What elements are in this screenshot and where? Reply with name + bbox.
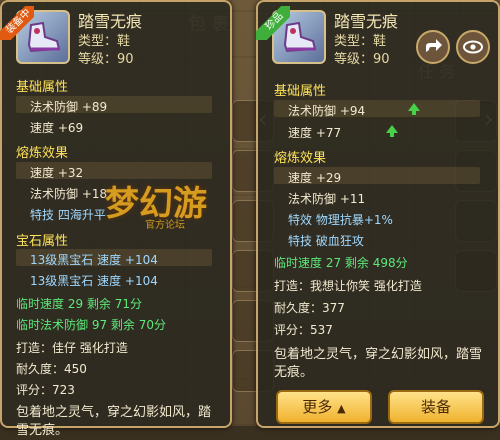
durability: 耐久度：377 (274, 301, 345, 315)
compare-item-card: 珍品 踏雪无痕 类型：鞋 等级：90 基础属性 法术防御 +94 速度 +77 … (256, 0, 500, 428)
item-name: 踏雪无痕 (334, 12, 399, 31)
temp-attr-row: 临时法术防御 97 剩余 70分 (16, 318, 166, 332)
stat-up-arrow-icon (408, 103, 420, 115)
item-description: 包着地之灵气，穿之幻影如风，踏雪无痕。 (274, 347, 483, 380)
special-effect: 特效 物理抗暴+1% (288, 213, 393, 227)
smelt-row: 速度 +32 (30, 166, 84, 180)
watermark-logo: 梦幻游 官方论坛 (105, 176, 250, 236)
base-attr-row: 速度 +77 (288, 126, 342, 140)
temp-attr-row: 临时速度 27 剩余 498分 (274, 256, 408, 270)
temp-attr-row: 临时速度 29 剩余 71分 (16, 297, 142, 311)
item-name: 踏雪无痕 (78, 12, 143, 31)
base-attr-title: 基础属性 (274, 84, 327, 99)
smelt-row: 速度 +29 (288, 171, 342, 185)
item-type: 类型：鞋 (334, 34, 387, 49)
score: 评分：723 (16, 383, 75, 397)
item-level: 等级：90 (334, 52, 390, 67)
item-type: 类型：鞋 (78, 34, 131, 49)
stat-up-arrow-icon (386, 125, 398, 137)
share-icon[interactable] (416, 30, 450, 64)
forge-info: 打造：佳仔 强化打造 (16, 341, 128, 355)
special-skill: 特技 四海升平 (30, 208, 106, 222)
smelt-row: 法术防御 +18 (30, 187, 108, 201)
gem-title: 宝石属性 (16, 234, 69, 249)
gem-row: 13级黑宝石 速度 +104 (30, 253, 158, 267)
smelt-title: 熔炼效果 (274, 151, 327, 166)
smelt-title: 熔炼效果 (16, 146, 69, 161)
item-level: 等级：90 (78, 52, 134, 67)
rare-badge: 珍品 (256, 6, 290, 40)
durability: 耐久度：450 (16, 362, 87, 376)
watermark-subtext: 官方论坛 (145, 220, 185, 231)
equipped-badge: 装备中 (0, 6, 34, 40)
equip-button[interactable]: 装备 (388, 390, 484, 424)
base-attr-title: 基础属性 (16, 80, 69, 95)
more-button[interactable]: 更多 ▲ (276, 390, 372, 424)
base-attr-row: 速度 +69 (30, 121, 84, 135)
forge-info: 打造：我想让你笑 强化打造 (274, 279, 422, 293)
chevron-up-icon: ▲ (337, 402, 346, 415)
smelt-row: 法术防御 +11 (288, 192, 366, 206)
base-attr-row: 法术防御 +94 (288, 104, 366, 118)
gem-row: 13级黑宝石 速度 +104 (30, 274, 158, 288)
score: 评分：537 (274, 323, 333, 337)
special-skill: 特技 破血狂攻 (288, 234, 364, 248)
eye-icon[interactable] (456, 30, 490, 64)
more-button-label: 更多 (302, 398, 333, 416)
base-attr-row: 法术防御 +89 (30, 100, 108, 114)
item-description: 包着地之灵气，穿之幻影如风，踏雪无痕。 (16, 405, 212, 438)
